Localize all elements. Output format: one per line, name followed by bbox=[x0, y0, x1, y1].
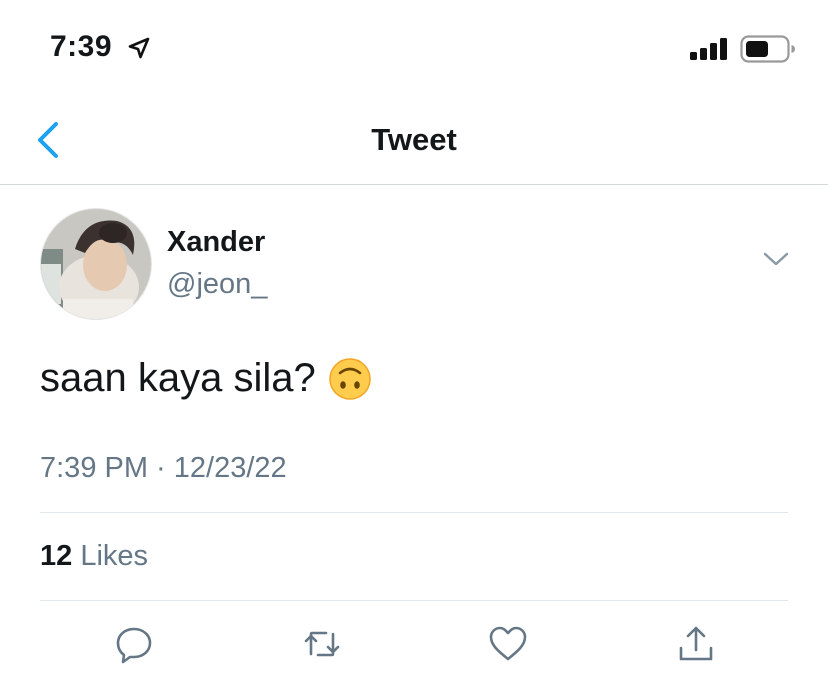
author-display-name[interactable]: Xander bbox=[167, 226, 265, 259]
tweet-timestamp: 7:39 PM · 12/23/22 bbox=[40, 452, 287, 484]
divider bbox=[40, 512, 788, 513]
status-bar: 7:39 bbox=[0, 0, 828, 96]
avatar[interactable] bbox=[40, 208, 152, 320]
status-time: 7:39 bbox=[50, 30, 113, 63]
retweet-icon[interactable] bbox=[302, 624, 342, 664]
upside-down-face-emoji bbox=[328, 357, 371, 400]
tweet-text-row: saan kaya sila? bbox=[40, 356, 372, 401]
avatar-photo bbox=[41, 209, 151, 319]
cellular-signal-icon bbox=[690, 38, 727, 60]
divider bbox=[40, 600, 788, 601]
chevron-down-icon[interactable] bbox=[762, 250, 790, 268]
reply-icon[interactable] bbox=[114, 624, 154, 664]
page-title: Tweet bbox=[371, 122, 457, 157]
tweet-text: saan kaya sila? bbox=[40, 356, 316, 400]
likes-link[interactable]: 12 Likes bbox=[40, 540, 148, 573]
location-arrow-icon bbox=[128, 37, 150, 59]
nav-bar: Tweet bbox=[0, 96, 828, 185]
author-handle[interactable]: @jeon_ bbox=[167, 268, 267, 301]
likes-count: 12 bbox=[40, 540, 73, 572]
like-icon[interactable] bbox=[488, 624, 528, 664]
likes-label: Likes bbox=[80, 540, 149, 572]
battery-icon bbox=[740, 35, 795, 63]
share-icon[interactable] bbox=[676, 624, 716, 664]
